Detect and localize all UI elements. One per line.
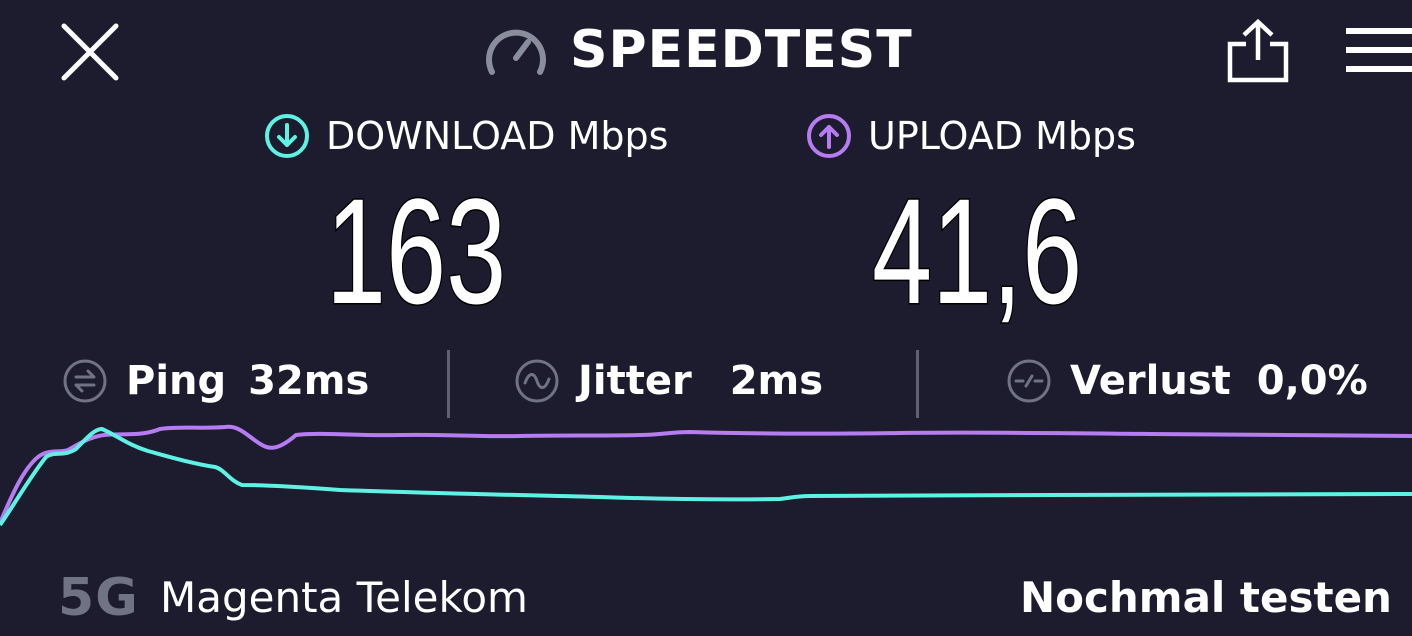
upload-graph-line [0, 424, 1412, 524]
close-icon [61, 23, 119, 81]
packet-loss-icon [1007, 359, 1051, 403]
app-brand: SPEEDTEST [484, 18, 913, 82]
download-header: DOWNLOAD Mbps [264, 110, 668, 162]
hamburger-menu-icon [1346, 28, 1412, 72]
speed-graph [0, 424, 1412, 527]
download-label: DOWNLOAD Mbps [326, 114, 669, 158]
packet-loss-value: 0,0% [1256, 358, 1368, 404]
jitter-stat: Jitter 2ms [514, 352, 823, 410]
packet-loss-stat: Verlust 0,0% [1006, 352, 1368, 410]
download-graph-line [0, 427, 1412, 527]
ping-icon [63, 359, 107, 403]
ping-value: 32ms [248, 358, 370, 404]
share-button[interactable] [1224, 18, 1292, 84]
jitter-icon [515, 359, 559, 403]
share-icon [1227, 18, 1289, 83]
network-type-badge: 5G [58, 568, 139, 628]
retest-button[interactable]: Nochmal testen [1020, 572, 1392, 624]
download-speed-value: 163 [325, 167, 507, 335]
upload-label: UPLOAD Mbps [868, 114, 1136, 158]
carrier-name: Magenta Telekom [160, 573, 528, 622]
stats-divider [916, 350, 919, 418]
jitter-label: Jitter [578, 358, 692, 404]
stats-divider [447, 350, 450, 418]
close-button[interactable] [58, 20, 122, 84]
arrow-down-circle-icon [265, 114, 309, 158]
app-title: SPEEDTEST [570, 20, 913, 80]
speedometer-icon [486, 29, 546, 75]
menu-button[interactable] [1344, 22, 1412, 78]
jitter-value: 2ms [729, 358, 824, 404]
packet-loss-label: Verlust [1070, 358, 1231, 404]
upload-header: UPLOAD Mbps [806, 110, 1136, 162]
upload-speed-value: 41,6 [871, 167, 1083, 335]
arrow-up-circle-icon [807, 114, 851, 158]
ping-label: Ping [126, 358, 227, 404]
ping-stat: Ping 32ms [62, 352, 369, 410]
